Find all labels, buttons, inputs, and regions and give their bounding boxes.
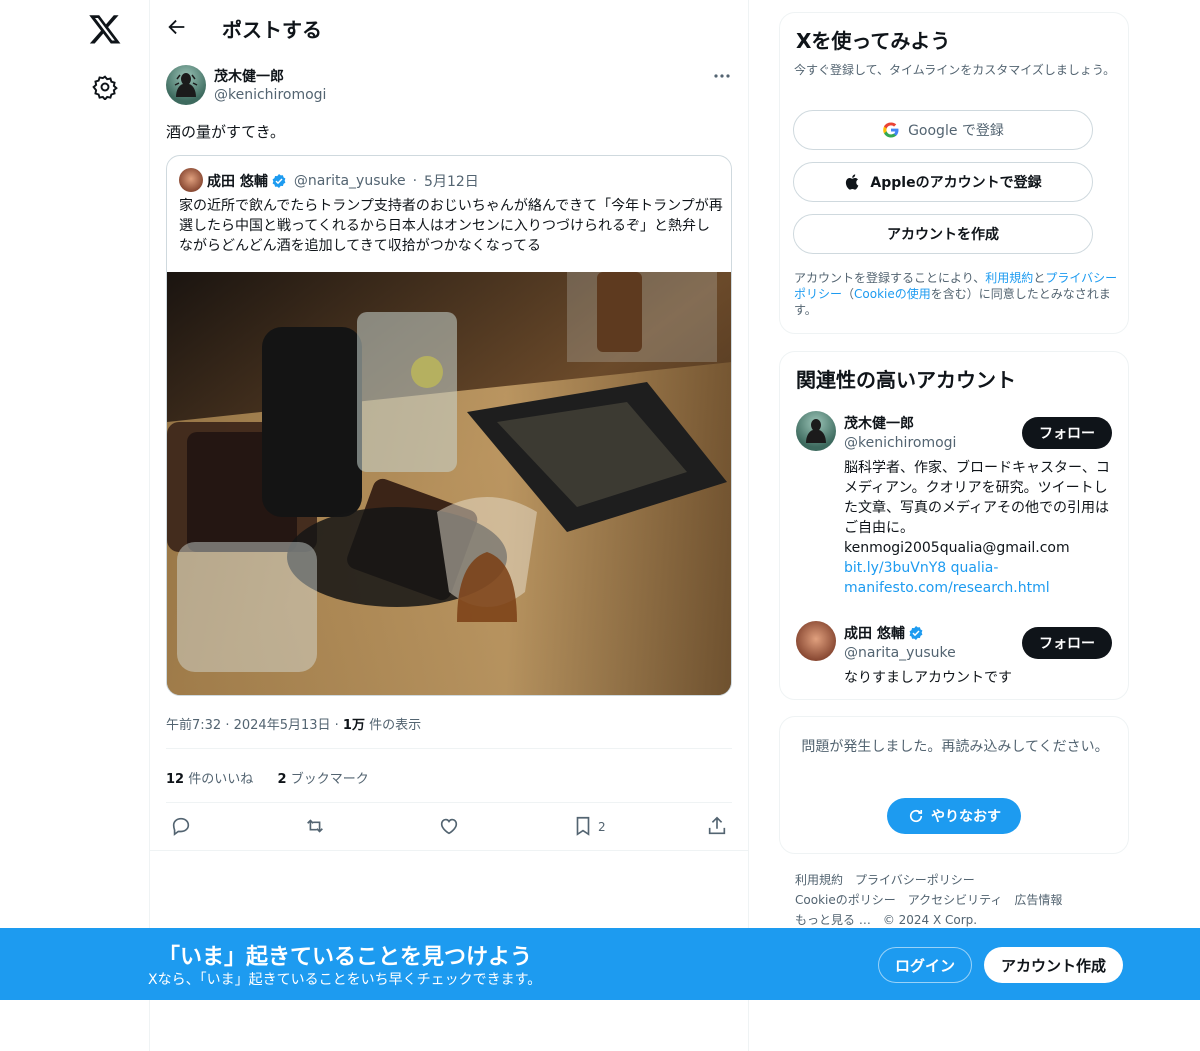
post-time[interactable]: 午前7:32 xyxy=(166,718,221,733)
error-message: 問題が発生しました。再読み込みしてください。 xyxy=(801,739,1109,755)
account-bio: 脳科学者、作家、ブロードキャスター、コメディアン。クオリアを研究。ツイートした文… xyxy=(844,458,1114,598)
banner-title: 「いま」起きていることを見つけよう xyxy=(158,945,533,970)
terms-link[interactable]: 利用規約 xyxy=(985,271,1033,285)
settings-icon[interactable] xyxy=(92,74,118,100)
footer-links: 利用規約 プライバシーポリシー Cookieのポリシー アクセシビリティ 広告情報 も… xyxy=(795,870,1125,930)
account-email: kenmogi2005qualia@gmail.com xyxy=(844,540,1070,556)
share-icon[interactable] xyxy=(706,815,728,837)
likes-count[interactable]: 12 xyxy=(166,772,184,787)
terms-text: アカウントを登録することにより、 xyxy=(794,271,986,285)
footer-copyright: © 2024 X Corp. xyxy=(882,913,978,927)
author-avatar[interactable] xyxy=(166,65,206,105)
footer-link-accessibility[interactable]: アクセシビリティ xyxy=(908,893,1003,907)
left-rail xyxy=(0,0,150,1051)
quote-text: 家の近所で飲んでたらトランプ支持者のおじいちゃんが絡んできて「今年トランプが再選… xyxy=(179,198,723,254)
post-date[interactable]: 2024年5月13日 xyxy=(234,718,331,733)
like-icon[interactable] xyxy=(438,815,460,837)
separator-dot: · xyxy=(412,173,418,189)
author-handle[interactable]: @kenichiromogi xyxy=(214,87,326,103)
page-title: ポストする xyxy=(222,18,322,42)
post-meta: 午前7:32 · 2024年5月13日 · 1万 件の表示 xyxy=(166,714,421,733)
main-column: ポストする 茂木健一郎 @kenichiromogi 酒の量がすてき。 成田 悠… xyxy=(149,0,749,1051)
signup-button[interactable]: アカウント作成 xyxy=(984,947,1123,983)
follow-button[interactable]: フォロー xyxy=(1022,627,1112,659)
follow-button[interactable]: フォロー xyxy=(1022,417,1112,449)
create-account-label: アカウントを作成 xyxy=(887,227,999,243)
signup-card: Xを使ってみよう 今すぐ登録して、タイムラインをカスタマイズしましょう。 Goo… xyxy=(779,12,1129,334)
retry-label: やりなおす xyxy=(931,809,1001,825)
account-bio-text: なりすましアカウントです xyxy=(844,670,1012,686)
footer-link-cookie[interactable]: Cookieのポリシー xyxy=(795,893,896,907)
bookmarks-count[interactable]: 2 xyxy=(278,772,287,787)
error-card: 問題が発生しました。再読み込みしてください。 やりなおす xyxy=(779,716,1129,854)
banner-subtitle: Xなら、「いま」起きていることをいち早くチェックできます。 xyxy=(148,972,542,988)
verified-icon xyxy=(271,173,287,189)
terms-text: と xyxy=(1033,271,1046,285)
apple-icon xyxy=(844,173,862,191)
separator-dot: · xyxy=(334,718,343,733)
create-account-button[interactable]: アカウントを作成 xyxy=(793,214,1093,254)
terms-text: （ xyxy=(842,287,855,301)
account-handle[interactable]: @narita_yusuke xyxy=(844,645,956,661)
divider xyxy=(150,850,748,851)
quoted-post[interactable]: 成田 悠輔 @narita_yusuke · 5月12日 家の近所で飲んでたらト… xyxy=(166,155,732,696)
more-icon[interactable] xyxy=(712,66,732,86)
separator-dot: · xyxy=(225,718,234,733)
verified-icon xyxy=(908,625,924,641)
account-links[interactable]: bit.ly/3buVnY8 qualia-manifesto.com/rese… xyxy=(844,558,1114,598)
google-icon xyxy=(882,121,900,139)
bookmarks-label[interactable]: ブックマーク xyxy=(291,772,369,787)
quote-author-name: 成田 悠輔 xyxy=(207,174,268,190)
repost-icon[interactable] xyxy=(304,815,326,837)
post-text: 酒の量がすてき。 xyxy=(166,123,285,141)
reply-icon[interactable] xyxy=(170,815,192,837)
login-button[interactable]: ログイン xyxy=(878,947,972,983)
refresh-icon xyxy=(907,807,925,825)
apple-signup-label: Appleのアカウントで登録 xyxy=(870,175,1042,191)
quote-photo[interactable] xyxy=(167,272,731,695)
back-arrow-icon[interactable] xyxy=(166,16,188,38)
account-name[interactable]: 茂木健一郎 xyxy=(844,413,914,433)
footer-link-privacy[interactable]: プライバシーポリシー xyxy=(855,873,975,887)
bookmark-count: 2 xyxy=(598,820,606,834)
login-banner: 「いま」起きていることを見つけよう Xなら、「いま」起きていることをいち早くチェ… xyxy=(0,928,1200,1000)
google-signup-button[interactable]: Google で登録 xyxy=(793,110,1093,150)
related-title: 関連性の高いアカウント xyxy=(796,368,1016,392)
bookmark-icon[interactable] xyxy=(572,815,594,837)
signup-terms: アカウントを登録することにより、利用規約とプライバシーポリシー（Cookieの使… xyxy=(794,270,1119,318)
footer-link-ads[interactable]: 広告情報 xyxy=(1014,893,1062,907)
likes-label[interactable]: 件のいいね xyxy=(188,772,253,787)
author-name[interactable]: 茂木健一郎 xyxy=(214,66,284,86)
account-handle[interactable]: @kenichiromogi xyxy=(844,435,956,451)
views-label: 件の表示 xyxy=(369,718,422,733)
account-bio-text: 脳科学者、作家、ブロードキャスター、コメディアン。クオリアを研究。ツイートした文… xyxy=(844,460,1110,536)
x-logo-icon[interactable] xyxy=(88,12,122,46)
quote-author-avatar xyxy=(179,168,203,192)
google-signup-label: Google で登録 xyxy=(908,123,1004,139)
account-avatar[interactable] xyxy=(796,411,836,451)
post-stats: 12 件のいいね 2 ブックマーク xyxy=(166,768,369,787)
footer-link-more[interactable]: もっと見る … xyxy=(795,913,871,927)
cookie-link[interactable]: Cookieの使用 xyxy=(854,287,931,301)
divider xyxy=(166,748,732,749)
quote-date: 5月12日 xyxy=(424,174,479,190)
retry-button[interactable]: やりなおす xyxy=(887,798,1021,834)
signup-title: Xを使ってみよう xyxy=(796,29,951,53)
divider xyxy=(166,802,732,803)
account-name[interactable]: 成田 悠輔 xyxy=(844,623,905,643)
related-accounts-card: 関連性の高いアカウント 茂木健一郎 @kenichiromogi フォロー 脳科… xyxy=(779,351,1129,700)
account-avatar[interactable] xyxy=(796,621,836,661)
quote-author-handle: @narita_yusuke xyxy=(293,173,406,189)
apple-signup-button[interactable]: Appleのアカウントで登録 xyxy=(793,162,1093,202)
footer-link-terms[interactable]: 利用規約 xyxy=(795,873,843,887)
views-count: 1万 xyxy=(342,718,365,733)
signup-subtitle: 今すぐ登録して、タイムラインをカスタマイズしましょう。 xyxy=(794,63,1116,77)
